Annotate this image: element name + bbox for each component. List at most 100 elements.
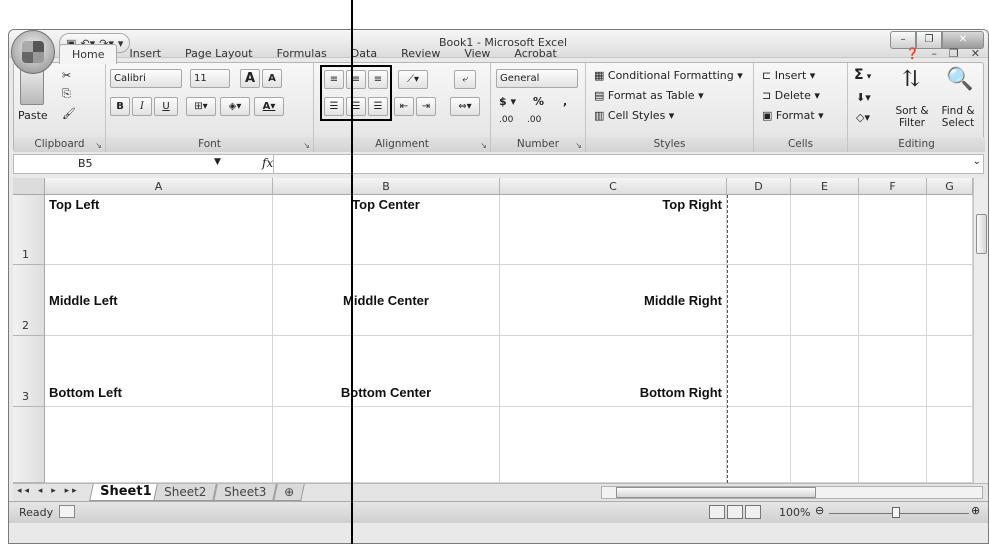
font-color-button[interactable]: A▾ bbox=[254, 97, 284, 116]
percent-button[interactable]: % bbox=[533, 95, 544, 108]
number-format-select[interactable]: General bbox=[496, 69, 578, 88]
cell-g3[interactable] bbox=[927, 336, 973, 407]
find-select-icon[interactable]: 🔍 bbox=[946, 67, 973, 92]
page-break-view-icon[interactable] bbox=[745, 505, 761, 519]
row-header-3[interactable]: 3 bbox=[13, 336, 45, 407]
grow-font-button[interactable]: A bbox=[240, 69, 260, 88]
cell-c4[interactable] bbox=[500, 407, 727, 483]
cell-a3[interactable]: Bottom Left bbox=[45, 336, 273, 407]
tab-page-layout[interactable]: Page Layout bbox=[173, 44, 265, 64]
cell-c2[interactable]: Middle Right bbox=[500, 265, 727, 336]
sheet-tab-sheet2[interactable]: Sheet2 bbox=[153, 484, 218, 501]
fill-color-button[interactable]: ◈▾ bbox=[220, 97, 250, 116]
cell-c3[interactable]: Bottom Right bbox=[500, 336, 727, 407]
decrease-decimal-button[interactable]: .00 bbox=[527, 115, 541, 125]
chevron-down-icon[interactable]: ▼ bbox=[214, 157, 221, 167]
italic-button[interactable]: I bbox=[132, 97, 152, 116]
clear-icon[interactable]: ◇▾ bbox=[856, 111, 870, 124]
column-header-a[interactable]: A bbox=[45, 178, 273, 195]
expand-formula-bar-icon[interactable]: ⌄ bbox=[973, 156, 981, 167]
cut-icon[interactable]: ✂ bbox=[62, 69, 71, 82]
sheet-tab-sheet3[interactable]: Sheet3 bbox=[213, 484, 278, 501]
increase-indent-button[interactable]: ⇥ bbox=[416, 97, 436, 116]
format-as-table-button[interactable]: ▤ Format as Table ▾ bbox=[594, 89, 704, 102]
merge-center-button[interactable]: ⇔▾ bbox=[450, 97, 480, 116]
office-button[interactable] bbox=[11, 30, 55, 74]
name-box[interactable]: B5 ▼ fx bbox=[14, 155, 274, 173]
cell-b1[interactable]: Top Center bbox=[273, 195, 500, 265]
cell-d4[interactable] bbox=[727, 407, 791, 483]
row-header-1[interactable]: 1 bbox=[13, 195, 45, 265]
fill-icon[interactable]: ⬇▾ bbox=[856, 91, 871, 104]
cell-e1[interactable] bbox=[791, 195, 859, 265]
tab-home[interactable]: Home bbox=[59, 44, 118, 64]
cell-f3[interactable] bbox=[859, 336, 927, 407]
insert-cells-button[interactable]: ⊏ Insert ▾ bbox=[762, 69, 815, 82]
tab-data[interactable]: Data bbox=[339, 44, 389, 64]
vertical-scroll-thumb[interactable] bbox=[976, 214, 987, 254]
conditional-formatting-button[interactable]: ▦ Conditional Formatting ▾ bbox=[594, 69, 743, 82]
column-header-b[interactable]: B bbox=[273, 178, 500, 195]
sheet-tab-sheet1[interactable]: Sheet1 bbox=[89, 484, 163, 501]
alignment-dialog-launcher-icon[interactable]: ↘ bbox=[480, 141, 487, 150]
cell-styles-button[interactable]: ▥ Cell Styles ▾ bbox=[594, 109, 674, 122]
cell-a2[interactable]: Middle Left bbox=[45, 265, 273, 336]
tab-insert[interactable]: Insert bbox=[117, 44, 173, 64]
select-all-button[interactable] bbox=[13, 178, 45, 195]
tab-acrobat[interactable]: Acrobat bbox=[502, 44, 568, 64]
tab-view[interactable]: View bbox=[452, 44, 502, 64]
zoom-slider-knob[interactable] bbox=[892, 507, 900, 518]
borders-button[interactable]: ⊞▾ bbox=[186, 97, 216, 116]
cell-d2[interactable] bbox=[727, 265, 791, 336]
cell-b2[interactable]: Middle Center bbox=[273, 265, 500, 336]
cell-f4[interactable] bbox=[859, 407, 927, 483]
sort-filter-button[interactable]: Sort & Filter bbox=[892, 105, 932, 129]
vertical-scrollbar[interactable] bbox=[973, 178, 988, 483]
cell-g2[interactable] bbox=[927, 265, 973, 336]
cell-e3[interactable] bbox=[791, 336, 859, 407]
cell-c1[interactable]: Top Right bbox=[500, 195, 727, 265]
page-layout-view-icon[interactable] bbox=[727, 505, 743, 519]
increase-decimal-button[interactable]: .00 bbox=[499, 115, 513, 125]
zoom-level[interactable]: 100% bbox=[779, 506, 810, 519]
paste-icon[interactable] bbox=[20, 69, 44, 105]
format-cells-button[interactable]: ▣ Format ▾ bbox=[762, 109, 824, 122]
cell-a1[interactable]: Top Left bbox=[45, 195, 273, 265]
tab-review[interactable]: Review bbox=[389, 44, 452, 64]
normal-view-icon[interactable] bbox=[709, 505, 725, 519]
cell-e4[interactable] bbox=[791, 407, 859, 483]
minimize-ribbon-icon[interactable]: – bbox=[931, 47, 937, 60]
number-dialog-launcher-icon[interactable]: ↘ bbox=[575, 141, 582, 150]
delete-cells-button[interactable]: ⊐ Delete ▾ bbox=[762, 89, 820, 102]
sort-filter-icon[interactable]: ⇅ bbox=[902, 67, 920, 92]
restore-workbook-icon[interactable]: ❐ bbox=[949, 47, 959, 60]
column-header-c[interactable]: C bbox=[500, 178, 727, 195]
shrink-font-button[interactable]: A bbox=[262, 69, 282, 88]
cell-d1[interactable] bbox=[727, 195, 791, 265]
column-header-e[interactable]: E bbox=[791, 178, 859, 195]
close-workbook-icon[interactable]: ✕ bbox=[971, 47, 980, 60]
bold-button[interactable]: B bbox=[110, 97, 130, 116]
cell-a4[interactable] bbox=[45, 407, 273, 483]
cell-g1[interactable] bbox=[927, 195, 973, 265]
column-header-d[interactable]: D bbox=[727, 178, 791, 195]
cell-f2[interactable] bbox=[859, 265, 927, 336]
cell-b4[interactable] bbox=[273, 407, 500, 483]
font-size-select[interactable]: 11 bbox=[190, 69, 230, 88]
orientation-button[interactable]: ⟋▾ bbox=[398, 70, 428, 89]
comma-button[interactable]: , bbox=[563, 95, 567, 108]
font-name-select[interactable]: Calibri bbox=[110, 69, 182, 88]
cell-b3[interactable]: Bottom Center bbox=[273, 336, 500, 407]
format-painter-icon[interactable]: 🖌 bbox=[62, 107, 76, 120]
cell-e2[interactable] bbox=[791, 265, 859, 336]
macro-record-icon[interactable] bbox=[59, 505, 75, 518]
underline-button[interactable]: U bbox=[154, 97, 178, 116]
zoom-in-icon[interactable]: ⊕ bbox=[971, 504, 980, 517]
row-header-4[interactable] bbox=[13, 407, 45, 483]
column-header-f[interactable]: F bbox=[859, 178, 927, 195]
row-header-2[interactable]: 2 bbox=[13, 265, 45, 336]
font-dialog-launcher-icon[interactable]: ↘ bbox=[303, 141, 310, 150]
cell-f1[interactable] bbox=[859, 195, 927, 265]
copy-icon[interactable]: ⎘ bbox=[62, 87, 71, 101]
autosum-button[interactable]: Σ ▾ bbox=[854, 67, 871, 83]
